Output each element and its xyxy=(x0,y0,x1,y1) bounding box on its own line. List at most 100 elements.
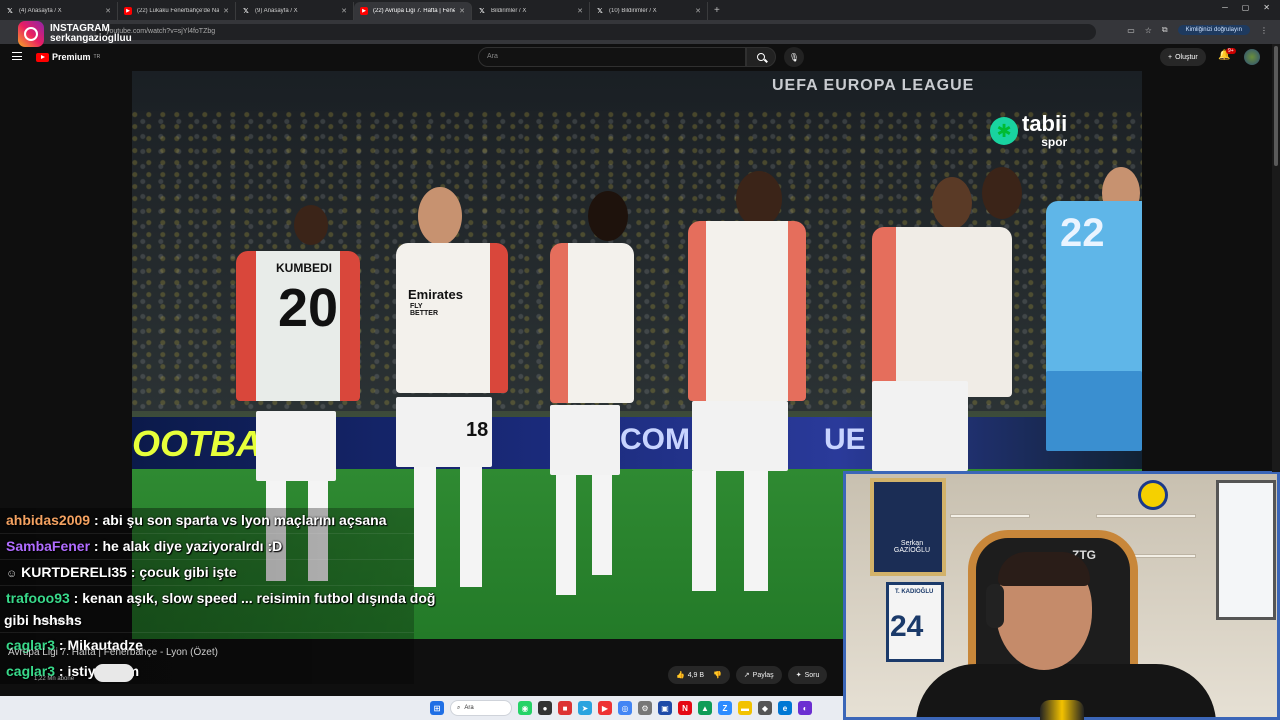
browser-tab[interactable]: ▶ (22) Lukaku Fenerbahçe'de Na... ✕ xyxy=(118,2,236,20)
taskbar: ⊞ ⌕ Ara ◉ ● ■ ➤ ▶ ◎ ⚙ ▣ N ▲ Z ▬ ◆ e ◐ xyxy=(0,696,843,720)
address-bar-row: youtube.com/watch?v=sjYl4foTZbg ▭ ☆ ⧉ Ki… xyxy=(0,20,1280,44)
verify-identity-button[interactable]: Kimliğinizi doğrulayın xyxy=(1177,25,1250,35)
chat-username: trafooo93 xyxy=(6,590,70,606)
edge-icon[interactable]: e xyxy=(778,701,792,715)
instagram-icon xyxy=(18,21,44,47)
search-input[interactable]: Ara xyxy=(478,47,746,67)
star-icon[interactable]: ☆ xyxy=(1145,26,1152,35)
window-controls: ─ ▢ ✕ xyxy=(1222,3,1270,12)
close-icon[interactable]: ✕ xyxy=(695,7,701,15)
app-icon[interactable]: ■ xyxy=(558,701,572,715)
settings-icon[interactable]: ⚙ xyxy=(638,701,652,715)
browser-tab[interactable]: 𝕏 (9) Anasayfa / X ✕ xyxy=(236,2,354,20)
telegram-icon[interactable]: ➤ xyxy=(578,701,592,715)
youtube-logo[interactable]: Premium TR xyxy=(36,52,100,62)
subscribe-button[interactable] xyxy=(94,664,134,682)
toolbar-icons: ▭ ☆ ⧉ Kimliğinizi doğrulayın ⋮ xyxy=(1127,25,1268,35)
chat-username: KURTDERELI35 xyxy=(21,564,127,580)
close-icon[interactable]: ✕ xyxy=(223,7,229,15)
uefa-banner: UEFA EUROPA LEAGUE xyxy=(772,77,975,94)
video-actions: 👍 4,9 B 👎 ↗ Paylaş ✦ Soru xyxy=(668,666,828,684)
video-time: 0:33 / 10:13 xyxy=(40,620,72,626)
search-icon: ⌕ xyxy=(457,704,461,711)
cast-icon[interactable]: ▭ xyxy=(1127,26,1135,35)
browser-tab[interactable]: 𝕏 Bildirimler / X ✕ xyxy=(472,2,590,20)
maximize-icon[interactable]: ▢ xyxy=(1242,3,1250,12)
x-icon: 𝕏 xyxy=(479,8,485,15)
chat-username: ahbidas2009 xyxy=(6,512,91,528)
headset-icon xyxy=(986,584,1004,628)
new-tab-button[interactable]: + xyxy=(714,5,720,16)
app-icon[interactable]: ▣ xyxy=(658,701,672,715)
share-button[interactable]: ↗ Paylaş xyxy=(735,666,782,684)
whatsapp-icon[interactable]: ◉ xyxy=(518,701,532,715)
create-button[interactable]: + Oluştur xyxy=(1160,48,1206,66)
chat-message: ☺ KURTDERELI35 : çocuk gibi işte xyxy=(6,564,237,580)
close-window-icon[interactable]: ✕ xyxy=(1263,3,1270,12)
close-icon[interactable]: ✕ xyxy=(341,7,347,15)
plus-icon: + xyxy=(1168,53,1173,61)
screen: 𝕏 (4) Anasayfa / X ✕ ▶ (22) Lukaku Fenerbah… xyxy=(0,0,1280,720)
video-title: Avrupa Ligi 7. Hafta | Fenerbahçe - Lyon… xyxy=(8,647,218,658)
notification-badge: 9+ xyxy=(1226,48,1236,54)
mic-icon: 🎙 xyxy=(788,52,800,62)
framed-poster: Serkan GAZİOĞLU xyxy=(870,478,946,576)
browser-tab-active[interactable]: ▶ (22) Avrupa Ligi 7. Hafta | Fener... ✕ xyxy=(354,2,472,20)
app-icon[interactable]: ● xyxy=(538,701,552,715)
app-icon[interactable]: ◐ xyxy=(798,701,812,715)
scroll-thumb[interactable] xyxy=(1274,46,1278,166)
ad-text: UE xyxy=(824,423,866,456)
url-field[interactable]: youtube.com/watch?v=sjYl4foTZbg xyxy=(96,24,1096,40)
thumbs-down-icon[interactable]: 👎 xyxy=(713,671,722,679)
close-icon[interactable]: ✕ xyxy=(459,7,465,15)
close-icon[interactable]: ✕ xyxy=(105,7,111,15)
browser-tab[interactable]: 𝕏 (10) Bildirimler / X ✕ xyxy=(590,2,708,20)
x-icon: 𝕏 xyxy=(597,8,603,15)
chat-message: ahbidas2009 : abi şu son sparta vs lyon … xyxy=(6,512,387,528)
taskbar-search[interactable]: ⌕ Ara xyxy=(450,700,512,716)
ask-button[interactable]: ✦ Soru xyxy=(787,666,828,684)
app-icon[interactable]: ▶ xyxy=(598,701,612,715)
search-icon xyxy=(757,53,765,61)
subscriber-count: 1,22 Mn abone xyxy=(34,676,75,682)
youtube-play-icon xyxy=(36,52,49,62)
instagram-handle: serkangazioglluu xyxy=(50,33,132,44)
zoom-icon[interactable]: Z xyxy=(718,701,732,715)
extensions-icon[interactable]: ⧉ xyxy=(1162,25,1168,35)
avatar[interactable] xyxy=(1244,49,1260,65)
youtube-icon: ▶ xyxy=(360,7,368,15)
folder-icon[interactable]: ▬ xyxy=(738,701,752,715)
chat-message: trafooo93 : kenan aşık, slow speed ... r… xyxy=(6,590,436,606)
app-icon[interactable]: ◆ xyxy=(758,701,772,715)
youtube-icon: ▶ xyxy=(124,7,132,15)
more-icon[interactable]: ⋮ xyxy=(1260,26,1268,35)
smiley-badge-icon: ☺ xyxy=(6,568,18,580)
x-icon: 𝕏 xyxy=(243,8,249,15)
windows-start-icon[interactable]: ⊞ xyxy=(430,701,444,715)
chat-username: SambaFener xyxy=(6,538,91,554)
sparkle-icon: ✦ xyxy=(795,672,802,679)
minimize-icon[interactable]: ─ xyxy=(1222,3,1228,12)
close-icon[interactable]: ✕ xyxy=(577,7,583,15)
hamburger-menu-icon[interactable] xyxy=(12,52,22,60)
chrome-icon[interactable]: ◎ xyxy=(618,701,632,715)
youtube-header: Premium TR Ara 🎙 + Oluştur 🔔 9+ xyxy=(0,44,1280,70)
club-emblem xyxy=(1138,480,1168,510)
tabii-watermark: ✱ tabii spor xyxy=(990,113,1067,149)
netflix-icon[interactable]: N xyxy=(678,701,692,715)
drive-icon[interactable]: ▲ xyxy=(698,701,712,715)
browser-tab[interactable]: 𝕏 (4) Anasayfa / X ✕ xyxy=(0,2,118,20)
instagram-overlay: INSTAGRAM serkangazioglluu xyxy=(18,21,132,47)
x-icon: 𝕏 xyxy=(7,8,13,15)
tabii-logo-icon: ✱ xyxy=(990,117,1018,145)
mic-button[interactable]: 🎙 xyxy=(784,47,804,67)
share-icon: ↗ xyxy=(743,672,750,679)
thumbs-up-icon: 👍 xyxy=(676,672,685,679)
window xyxy=(1216,480,1276,620)
webcam-overlay: Serkan GAZİOĞLU T. KADIOĞLU 24 ZTG xyxy=(843,471,1280,720)
channel-logo xyxy=(1040,700,1084,720)
search-button[interactable] xyxy=(746,47,776,67)
jersey-number: 24 xyxy=(890,610,924,643)
like-button[interactable]: 👍 4,9 B 👎 xyxy=(668,666,730,684)
chat-message: SambaFener : he alak diye yaziyoralrdı :… xyxy=(6,538,283,554)
